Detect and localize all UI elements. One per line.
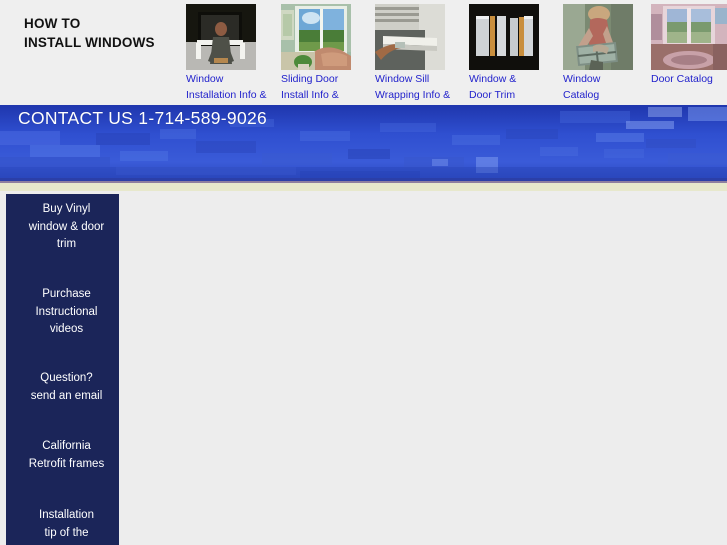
door-catalog-photo[interactable] bbox=[651, 4, 727, 70]
sidebar-item-purchase-instructional-videos[interactable]: Purchase Instructional videos bbox=[10, 286, 123, 339]
thumbnail-caption-line2: Installation Info & bbox=[186, 88, 267, 101]
sidebar-item-2-line1: Question? bbox=[40, 372, 93, 384]
sidebar-item-3-line2: Retrofit frames bbox=[28, 457, 105, 470]
page-title: HOW TO INSTALL WINDOWS bbox=[24, 14, 184, 52]
window-catalog-painting[interactable] bbox=[563, 4, 633, 70]
thumbnail-caption-line2: Wrapping Info & bbox=[375, 88, 451, 101]
thumbnail-card-window-catalog[interactable]: Window Catalog bbox=[563, 4, 658, 103]
navigation-banner: CONTACT US 1-714-589-9026 HOME D.I.Y. WI… bbox=[0, 105, 727, 181]
thumbnail-caption-line1: Window Sill bbox=[375, 73, 430, 85]
thumbnail-caption[interactable]: Window Catalog bbox=[563, 72, 658, 103]
sidebar-item-installation-tip[interactable]: Installation tip of the bbox=[10, 507, 123, 542]
thumbnail-caption-line2: Catalog bbox=[563, 88, 600, 101]
thumbnail-caption-line1: Window bbox=[186, 73, 224, 85]
page-title-line2: INSTALL WINDOWS bbox=[24, 35, 155, 50]
window-sill-wrapping-photo[interactable] bbox=[375, 4, 445, 70]
sidebar-item-4-line1: Installation bbox=[39, 509, 94, 521]
sidebar-item-california-retrofit-frames[interactable]: California Retrofit frames bbox=[10, 438, 123, 473]
thumbnail-caption-line1: Window & bbox=[469, 73, 517, 85]
thumbnail-caption-line1: Door Catalog bbox=[651, 73, 713, 85]
thumbnail-caption-line1: Window bbox=[563, 73, 601, 85]
sidebar-item-question-send-email[interactable]: Question? send an email bbox=[10, 370, 123, 405]
window-door-trim-photo[interactable] bbox=[469, 4, 539, 70]
sidebar-item-0-line2: window & door bbox=[28, 220, 105, 233]
divider-cream-band bbox=[0, 183, 727, 191]
sidebar-item-buy-vinyl-trim[interactable]: Buy Vinyl window & door trim bbox=[10, 201, 123, 254]
thumbnail-card-window-installation[interactable]: Window Installation Info & Videos bbox=[186, 4, 281, 119]
page-title-line1: HOW TO bbox=[24, 16, 81, 31]
thumbnail-caption-line2: Install Info & bbox=[281, 88, 339, 101]
thumbnail-card-window-sill-wrapping[interactable]: Window Sill Wrapping Info & Videos bbox=[375, 4, 470, 119]
thumbnail-caption[interactable]: Window & Door Trim bbox=[469, 72, 564, 103]
sidebar-item-4-line2: tip of the bbox=[44, 526, 89, 539]
sliding-door-interior-photo[interactable] bbox=[281, 4, 351, 70]
thumbnail-card-door-catalog[interactable]: Door Catalog bbox=[651, 4, 727, 88]
sidebar-item-3-line1: California bbox=[42, 440, 91, 452]
left-sidebar: Buy Vinyl window & door trim Purchase In… bbox=[6, 194, 119, 545]
page-header: HOW TO INSTALL WINDOWS Window Installati… bbox=[0, 0, 727, 116]
installer-at-window-photo[interactable] bbox=[186, 4, 256, 70]
sidebar-item-1-line1: Purchase bbox=[42, 288, 91, 300]
thumbnail-caption[interactable]: Door Catalog bbox=[651, 72, 727, 88]
thumbnail-caption-line2: Door Trim bbox=[469, 88, 516, 101]
thumbnail-card-sliding-door[interactable]: Sliding Door Install Info & Videos bbox=[281, 4, 376, 119]
sidebar-item-2-line2: send an email bbox=[30, 389, 103, 402]
thumbnail-strip: Window Installation Info & Videos bbox=[186, 4, 727, 116]
thumbnail-caption-line1: Sliding Door bbox=[281, 73, 339, 85]
sidebar-item-1-line3: videos bbox=[49, 323, 84, 335]
sidebar-item-0-line1: Buy Vinyl bbox=[42, 203, 91, 215]
thumbnail-card-window-door-trim[interactable]: Window & Door Trim bbox=[469, 4, 564, 103]
contact-phone-heading: CONTACT US 1-714-589-9026 bbox=[18, 108, 268, 128]
sidebar-item-1-line2: Instructional bbox=[35, 305, 98, 318]
sidebar-item-0-line3: trim bbox=[56, 238, 77, 250]
